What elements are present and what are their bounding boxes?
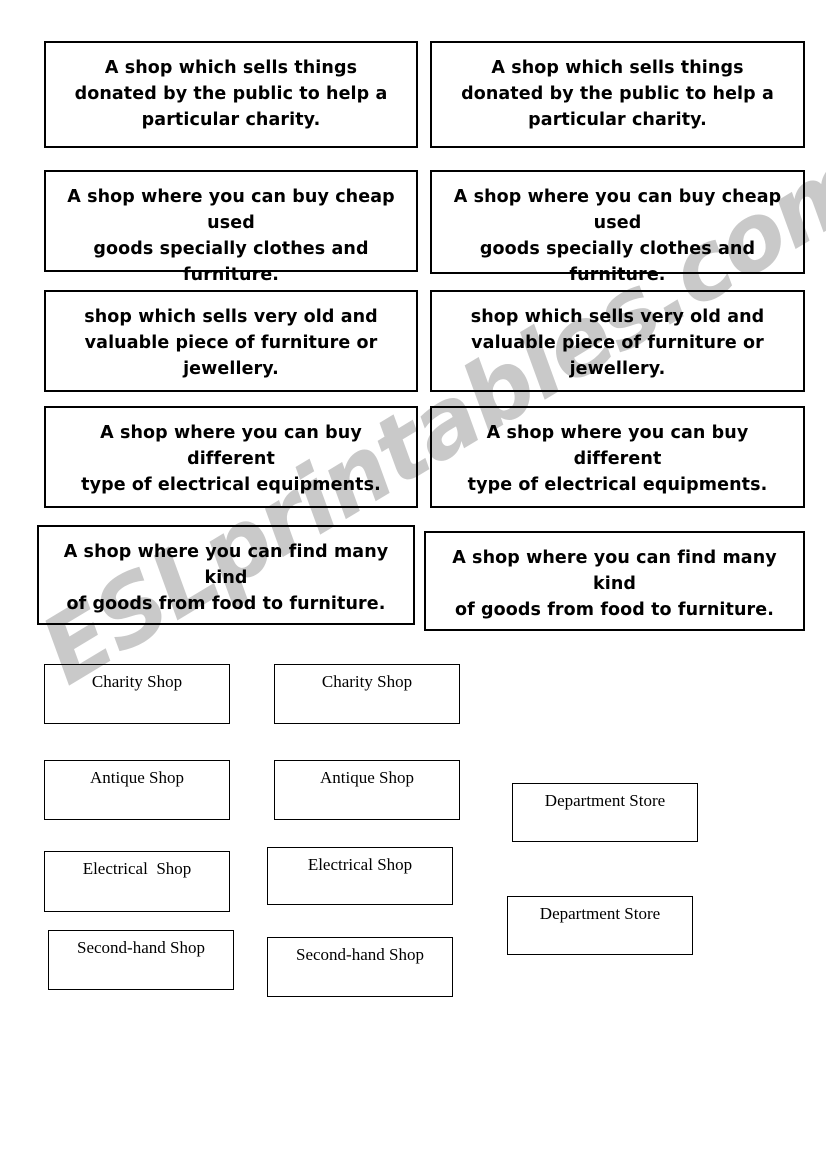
label-card-charity-shop-2[interactable]: Charity Shop (274, 664, 460, 724)
label-card-department-store-2[interactable]: Department Store (507, 896, 693, 955)
definition-card-department-left[interactable]: A shop where you can find many kind of g… (37, 525, 415, 625)
definition-card-text: shop which sells very old and valuable p… (470, 307, 765, 379)
label-card-department-store-1[interactable]: Department Store (512, 783, 698, 842)
definition-card-text: A shop where you can buy different type … (467, 423, 768, 495)
definition-card-text: A shop where you can buy different type … (81, 423, 381, 495)
definition-card-text: A shop where you can buy cheap used good… (453, 187, 782, 285)
label-card-second-hand-shop-2[interactable]: Second-hand Shop (267, 937, 453, 997)
label-card-antique-shop-2[interactable]: Antique Shop (274, 760, 460, 820)
definition-card-text: A shop which sells things donated by the… (74, 58, 388, 130)
label-card-text: Charity Shop (321, 672, 413, 691)
label-card-text: Department Store (544, 791, 666, 810)
label-card-text: Electrical Shop (82, 859, 192, 878)
definition-card-text: A shop where you can find many kind of g… (452, 548, 777, 620)
label-card-electrical-shop-2[interactable]: Electrical Shop (267, 847, 453, 905)
definition-card-antique-left[interactable]: shop which sells very old and valuable p… (44, 290, 418, 392)
definition-card-charity-right[interactable]: A shop which sells things donated by the… (430, 41, 805, 148)
definition-card-electrical-left[interactable]: A shop where you can buy different type … (44, 406, 418, 508)
label-card-text: Second-hand Shop (296, 945, 424, 964)
definition-card-electrical-right[interactable]: A shop where you can buy different type … (430, 406, 805, 508)
definition-card-text: A shop which sells things donated by the… (461, 58, 774, 130)
label-card-text: Department Store (539, 904, 661, 923)
definition-card-second-hand-right[interactable]: A shop where you can buy cheap used good… (430, 170, 805, 285)
label-card-second-hand-shop-1[interactable]: Second-hand Shop (48, 930, 234, 990)
label-card-text: Second-hand Shop (77, 938, 205, 957)
definition-card-antique-right[interactable]: shop which sells very old and valuable p… (430, 290, 805, 392)
definition-card-text: A shop where you can find many kind of g… (63, 542, 389, 614)
label-card-text: Charity Shop (91, 672, 183, 691)
definition-card-department-right[interactable]: A shop where you can find many kind of g… (424, 531, 805, 631)
definition-card-charity-left[interactable]: A shop which sells things donated by the… (44, 41, 418, 148)
definition-card-second-hand-left[interactable]: A shop where you can buy cheap used good… (44, 170, 418, 285)
label-card-electrical-shop-1[interactable]: Electrical Shop (44, 851, 230, 912)
definition-card-text: A shop where you can buy cheap used good… (67, 187, 395, 285)
worksheet-page: ESLprintables.com A shop which sells thi… (0, 0, 826, 1169)
label-card-text: Antique Shop (320, 768, 414, 787)
definition-card-text: shop which sells very old and valuable p… (84, 307, 378, 379)
label-card-antique-shop-1[interactable]: Antique Shop (44, 760, 230, 820)
label-card-text: Antique Shop (90, 768, 184, 787)
label-card-text: Electrical Shop (307, 855, 413, 874)
label-card-charity-shop-1[interactable]: Charity Shop (44, 664, 230, 724)
